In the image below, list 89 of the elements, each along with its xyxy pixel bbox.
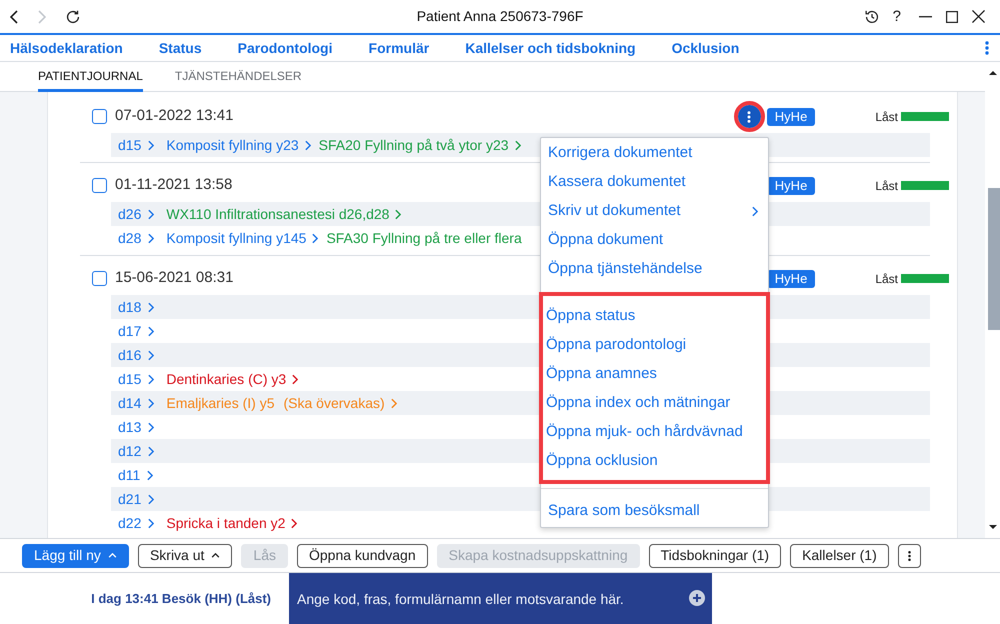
checkbox[interactable] xyxy=(92,271,107,286)
tooth-link[interactable]: d16 xyxy=(118,344,142,366)
tooth-link[interactable]: d21 xyxy=(118,488,142,510)
more-button[interactable] xyxy=(734,101,765,132)
lock-status: Låst xyxy=(875,178,898,194)
menu-item[interactable]: Öppna mjuk- och hårdvävnad xyxy=(543,418,766,447)
tooth-link[interactable]: d17 xyxy=(118,320,142,342)
initials-badge: HyHe xyxy=(766,108,816,126)
tooth-link[interactable]: d26 xyxy=(118,204,142,224)
record-link[interactable]: WX110 Infiltrationsanestesi d26,d28 xyxy=(166,204,390,224)
scroll-up-icon[interactable] xyxy=(989,71,997,75)
chevron-right-icon xyxy=(148,374,154,384)
tooth-link[interactable]: d11 xyxy=(118,464,140,486)
initials-badge: HyHe xyxy=(766,270,816,288)
menu-item[interactable]: Öppna ocklusion xyxy=(543,447,766,476)
checkbox[interactable] xyxy=(92,178,107,193)
toolbar-button[interactable]: Öppna kundvagn xyxy=(296,544,428,568)
back-icon[interactable] xyxy=(10,10,18,24)
scroll-down-icon[interactable] xyxy=(989,525,997,529)
toolbar-button[interactable]: Skriva ut xyxy=(138,544,232,568)
close-icon[interactable] xyxy=(972,10,985,23)
menu-item[interactable]: Spara som besöksmall xyxy=(541,497,768,526)
chevron-right-icon xyxy=(148,350,154,360)
more-button[interactable] xyxy=(898,544,921,568)
menu-item[interactable]: Öppna parodontologi xyxy=(543,331,766,360)
record-link[interactable]: Komposit fyllning y23 xyxy=(166,134,299,156)
toolbar-button[interactable]: Kallelser (1) xyxy=(790,544,889,568)
menu-item[interactable]: Korrigera dokumentet xyxy=(541,139,768,168)
checkbox[interactable] xyxy=(92,109,107,124)
chevron-right-icon xyxy=(148,208,154,220)
menu-item[interactable]: Öppna status xyxy=(543,302,766,331)
nav-tab[interactable]: Hälsodeklaration xyxy=(10,38,123,58)
scrollbar-thumb[interactable] xyxy=(988,188,1000,330)
initials-badge: HyHe xyxy=(766,176,816,194)
nav-tab[interactable]: Kallelser och tidsbokning xyxy=(465,38,636,58)
chevron-right-icon xyxy=(148,326,154,336)
chevron-right-icon xyxy=(148,518,154,528)
chevron-right-icon xyxy=(148,398,154,408)
menu-item[interactable]: Skriv ut dokumentet xyxy=(541,197,768,226)
entry-date: 15-06-2021 08:31 xyxy=(115,268,234,288)
lock-status: Låst xyxy=(875,108,898,126)
menu-item[interactable]: Öppna index och mätningar xyxy=(543,389,766,418)
more-icon xyxy=(908,550,911,562)
menu-item[interactable]: Öppna anamnes xyxy=(543,360,766,389)
record-note: (Ska övervakas) xyxy=(284,394,385,413)
chevron-right-icon xyxy=(148,446,154,456)
minimize-icon[interactable] xyxy=(919,16,932,18)
help-button[interactable]: ? xyxy=(892,9,901,24)
entry-date: 01-11-2021 13:58 xyxy=(115,175,232,196)
record-link[interactable]: SFA30 Fyllning på tre eller flera xyxy=(326,228,522,248)
nav-tab[interactable]: Parodontologi xyxy=(238,38,333,58)
entry-date: 07-01-2022 13:41 xyxy=(115,106,234,126)
nav-tab[interactable]: Formulär xyxy=(368,38,430,58)
chevron-right-icon xyxy=(148,494,154,504)
menu-item[interactable]: Öppna tjänstehändelse xyxy=(541,255,768,284)
tooth-link[interactable]: d18 xyxy=(118,296,142,318)
section-tab[interactable]: TJÄNSTEHÄNDELSER xyxy=(174,62,302,92)
menu-item[interactable]: Kassera dokumentet xyxy=(541,168,768,197)
record-link[interactable]: Spricka i tanden y2 xyxy=(166,512,286,534)
record-link[interactable]: Dentinkaries (C) y3 xyxy=(166,368,286,390)
command-field[interactable]: Ange kod, fras, formulärnamn eller motsvarande här. xyxy=(289,573,712,624)
more-icon[interactable] xyxy=(985,40,989,56)
history-icon[interactable] xyxy=(864,10,879,24)
chevron-right-icon xyxy=(148,302,154,312)
menu-item[interactable]: Öppna dokument xyxy=(541,226,768,255)
chevron-right-icon xyxy=(148,422,154,432)
visit-status: I dag 13:41 Besök (HH) (Låst) xyxy=(91,590,271,608)
maximize-icon[interactable] xyxy=(946,10,958,22)
tooth-link[interactable]: d28 xyxy=(118,228,142,248)
more-icon xyxy=(747,110,752,122)
record-link[interactable]: Komposit fyllning y145 xyxy=(166,228,306,248)
plus-circle-icon[interactable] xyxy=(689,590,705,606)
nav-tab[interactable]: Status xyxy=(158,38,202,58)
chevron-right-icon xyxy=(147,470,154,480)
toolbar-button[interactable]: Lägg till ny xyxy=(22,544,129,568)
lock-status: Låst xyxy=(875,270,898,288)
chevron-right-icon xyxy=(148,232,154,244)
nav-tab[interactable]: Ocklusion xyxy=(672,38,740,58)
tooth-link[interactable]: d12 xyxy=(118,440,142,462)
record-link[interactable]: SFA20 Fyllning på två ytor y23 xyxy=(318,134,509,156)
tooth-link[interactable]: d13 xyxy=(118,416,142,438)
tooth-link[interactable]: d15 xyxy=(118,134,142,156)
tooth-link[interactable]: d14 xyxy=(118,392,142,414)
refresh-icon[interactable] xyxy=(66,10,80,24)
toolbar-button[interactable]: Tidsbokningar (1) xyxy=(648,544,782,568)
tooth-link[interactable]: d22 xyxy=(118,512,142,534)
window-title: Patient Anna 250673-796F xyxy=(416,7,584,26)
chevron-right-icon xyxy=(148,140,154,150)
tooth-link[interactable]: d15 xyxy=(118,368,142,390)
